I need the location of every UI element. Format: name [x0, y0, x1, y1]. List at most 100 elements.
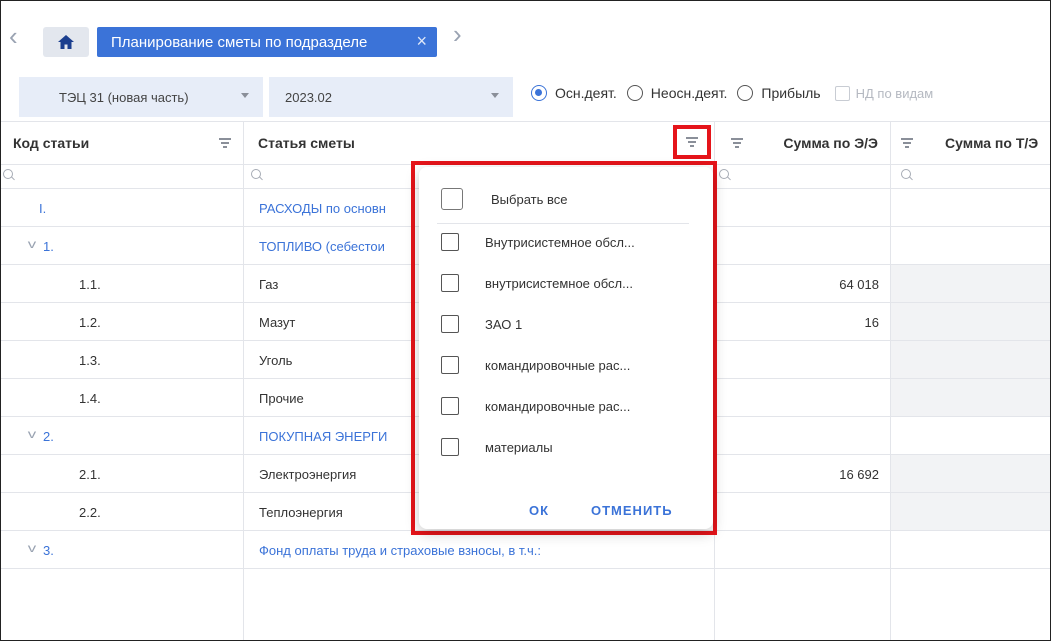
- filter-icon: [686, 137, 698, 147]
- home-button[interactable]: [43, 27, 89, 57]
- cell-code: 1.4.: [79, 391, 101, 406]
- radio-main-activity[interactable]: Осн.деят.: [531, 85, 617, 101]
- radio-label: Прибыль: [761, 85, 821, 101]
- checkbox-icon: [441, 356, 459, 374]
- checkbox-icon: [441, 274, 459, 292]
- radio-label: Осн.деят.: [555, 85, 617, 101]
- filter-option[interactable]: ЗАО 1: [441, 312, 522, 336]
- divider: [437, 223, 689, 224]
- chevron-down-icon: [241, 93, 249, 98]
- chevron-down-icon[interactable]: v: [28, 427, 36, 441]
- cell-article: ПОКУПНАЯ ЭНЕРГИ: [259, 429, 388, 444]
- filter-option[interactable]: Внутрисистемное обсл...: [441, 230, 635, 254]
- radio-selected-icon: [531, 85, 547, 101]
- cell-code: 1.: [43, 239, 54, 254]
- cell-article: РАСХОДЫ по основн: [259, 201, 386, 216]
- cell-sum-ee: 64 018: [839, 277, 879, 292]
- filter-icon[interactable]: [219, 138, 231, 148]
- cell-sum-te: [891, 341, 1050, 378]
- filter-option-label: ЗАО 1: [485, 316, 523, 332]
- period-select[interactable]: 2023.02: [269, 77, 513, 117]
- period-select-value: 2023.02: [285, 89, 332, 105]
- cell-code: 2.1.: [79, 467, 101, 482]
- radio-non-main-activity[interactable]: Неосн.деят.: [626, 85, 728, 101]
- cell-article: Прочие: [259, 391, 304, 406]
- cell-sum-te: [891, 379, 1050, 416]
- cell-sum-ee: 16: [864, 315, 879, 330]
- chevron-down-icon[interactable]: v: [28, 237, 36, 251]
- filter-icon[interactable]: [731, 138, 743, 148]
- cell-article: Газ: [259, 277, 279, 292]
- search-icon[interactable]: [3, 169, 15, 181]
- cell-code: 1.2.: [79, 315, 101, 330]
- cell-sum-te: [891, 265, 1050, 302]
- unit-select-value: ТЭЦ 31 (новая часть): [59, 89, 189, 105]
- search-icon[interactable]: [901, 169, 913, 181]
- cell-article: Электроэнергия: [259, 467, 357, 482]
- cell-article: Уголь: [259, 353, 293, 368]
- cell-code: 1.3.: [79, 353, 101, 368]
- nd-by-type-checkbox[interactable]: НД по видам: [834, 85, 934, 101]
- column-header-label: Сумма по Т/Э: [945, 135, 1039, 151]
- filter-option[interactable]: материалы: [441, 435, 553, 459]
- filter-option-label: командировочные рас...: [485, 357, 631, 373]
- cell-code: 2.2.: [79, 505, 101, 520]
- select-all-checkbox[interactable]: Выбрать все: [441, 187, 567, 211]
- home-icon: [58, 35, 74, 49]
- scroll-tabs-left-icon[interactable]: ‹: [9, 23, 18, 49]
- column-header-label: Сумма по Э/Э: [783, 135, 878, 151]
- radio-label: Неосн.деят.: [650, 85, 728, 101]
- filter-option[interactable]: командировочные рас...: [441, 394, 630, 418]
- filter-option-label: Внутрисистемное обсл...: [485, 234, 635, 250]
- checkbox-label: НД по видам: [855, 85, 934, 101]
- cell-code: I.: [39, 201, 47, 216]
- table-row[interactable]: v 3. Фонд оплаты труда и страховые взносы,…: [1, 531, 1050, 569]
- filter-icon[interactable]: [901, 138, 913, 148]
- close-tab-icon[interactable]: ×: [416, 31, 427, 52]
- column-header-article[interactable]: Статья сметы: [244, 121, 714, 165]
- article-filter-button[interactable]: [673, 125, 711, 159]
- cell-sum-te: [891, 493, 1050, 530]
- filter-option[interactable]: командировочные рас...: [441, 353, 630, 377]
- cancel-button[interactable]: ОТМЕНИТЬ: [591, 503, 673, 518]
- filter-option[interactable]: внутрисистемное обсл...: [441, 271, 633, 295]
- unit-select[interactable]: ТЭЦ 31 (новая часть): [19, 77, 263, 117]
- checkbox-icon: [441, 397, 459, 415]
- checkbox-icon: [441, 315, 459, 333]
- column-header-sum-ee[interactable]: Сумма по Э/Э: [715, 121, 890, 165]
- checkbox-icon: [441, 438, 459, 456]
- search-icon[interactable]: [251, 169, 263, 181]
- select-all-label: Выбрать все: [491, 191, 568, 207]
- column-header-code[interactable]: Код статьи: [1, 121, 243, 165]
- column-header-sum-te[interactable]: Сумма по Т/Э: [891, 121, 1050, 165]
- cell-code: 3.: [43, 543, 54, 558]
- column-header-label: Код статьи: [13, 135, 90, 151]
- search-icon[interactable]: [719, 169, 731, 181]
- chevron-down-icon[interactable]: v: [28, 541, 36, 555]
- cell-sum-te: [891, 455, 1050, 492]
- cell-article: ТОПЛИВО (себестои: [259, 239, 385, 254]
- filter-option-label: командировочные рас...: [485, 398, 631, 414]
- column-filter-popup: Выбрать все Внутрисистемное обсл... внутр…: [419, 167, 713, 529]
- tab-label: Планирование сметы по подразделе: [111, 33, 368, 51]
- scroll-tabs-right-icon[interactable]: ›: [453, 21, 462, 47]
- cell-sum-te: [891, 303, 1050, 340]
- tab-smeta-planning[interactable]: Планирование сметы по подразделе ×: [97, 27, 437, 57]
- filter-option-label: материалы: [485, 439, 553, 455]
- checkbox-icon: [441, 233, 459, 251]
- cell-sum-ee: 16 692: [839, 467, 879, 482]
- tab-bar: ‹ Планирование сметы по подразделе × ›: [1, 1, 1050, 63]
- chevron-down-icon: [491, 93, 499, 98]
- column-header-label: Статья сметы: [258, 135, 355, 151]
- filter-toolbar: ТЭЦ 31 (новая часть) 2023.02 Осн.деят. Н…: [1, 71, 1050, 119]
- radio-empty-icon: [626, 85, 643, 101]
- activity-radio-group: Осн.деят. Неосн.деят. Прибыль НД по вида…: [531, 85, 933, 101]
- ok-button[interactable]: ОК: [529, 503, 549, 518]
- checkbox-icon: [834, 85, 850, 101]
- cell-article: Фонд оплаты труда и страховые взносы, в …: [259, 543, 542, 558]
- radio-profit[interactable]: Прибыль: [737, 85, 821, 101]
- radio-empty-icon: [737, 85, 754, 101]
- app-window: ‹ Планирование сметы по подразделе × › Т…: [0, 0, 1051, 641]
- checkbox-icon: [441, 188, 463, 210]
- cell-code: 2.: [43, 429, 54, 444]
